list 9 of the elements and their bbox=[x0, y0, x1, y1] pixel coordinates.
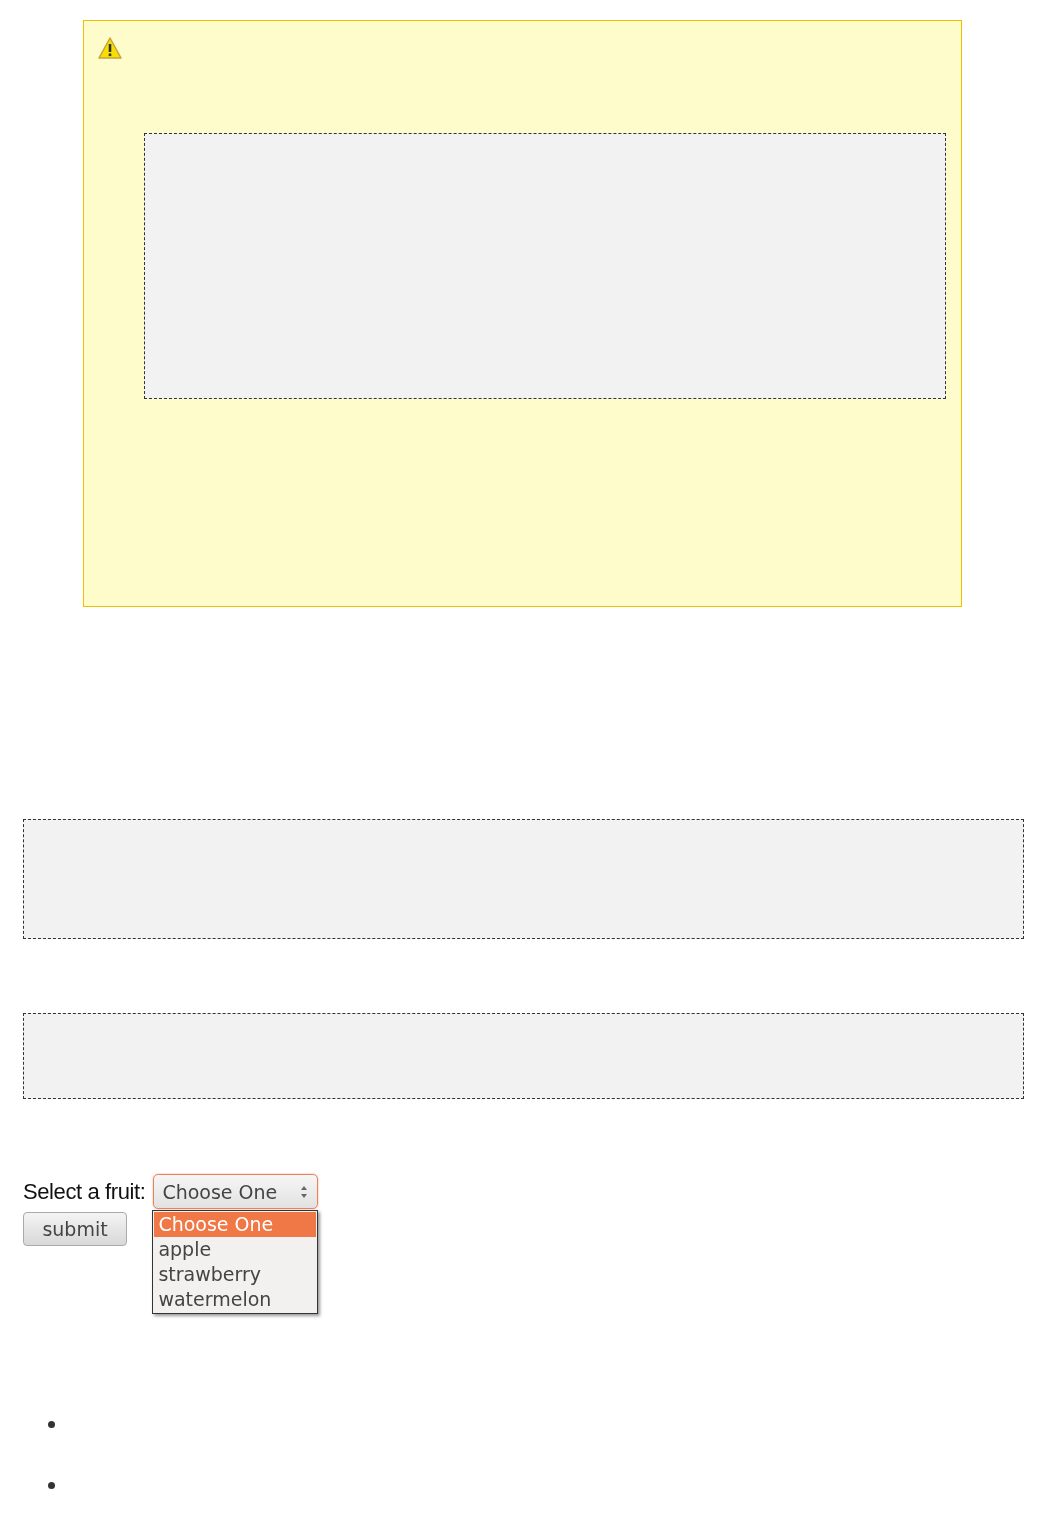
submit-button[interactable]: submit bbox=[23, 1212, 127, 1246]
dropdown-option[interactable]: apple bbox=[154, 1237, 317, 1262]
warning-icon bbox=[98, 37, 122, 59]
bullet-icon bbox=[48, 1421, 55, 1428]
dropdown-option[interactable]: watermelon bbox=[154, 1287, 317, 1312]
dropdown-option[interactable]: strawberry bbox=[154, 1262, 317, 1287]
field-label: Select a fruit: bbox=[23, 1178, 146, 1205]
fruit-select[interactable]: Choose One bbox=[153, 1174, 319, 1209]
bullet-icon bbox=[48, 1482, 55, 1489]
